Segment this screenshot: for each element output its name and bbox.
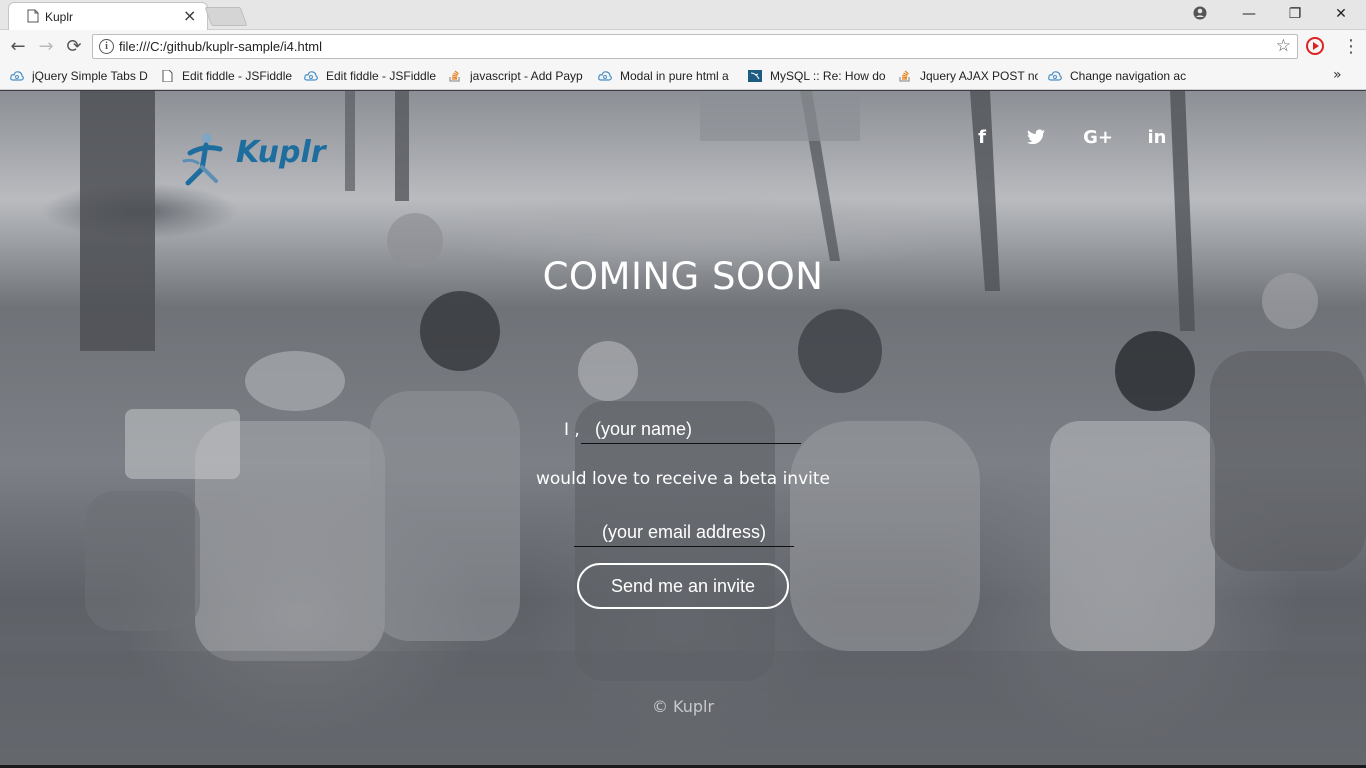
tab-strip: Kuplr × — ❐ ✕ (0, 0, 1366, 30)
bookmark-item[interactable]: Edit fiddle - JSFiddle (304, 69, 439, 85)
document-icon (162, 70, 173, 82)
reload-button[interactable]: ⟳ (64, 37, 84, 57)
jsfiddle-cloud-icon (1048, 71, 1062, 81)
bookmark-label: Modal in pure html a (620, 69, 729, 83)
profile-icon[interactable] (1193, 6, 1207, 20)
bookmark-item[interactable]: Change navigation ac (1048, 69, 1188, 85)
page-title: COMING SOON (542, 255, 824, 298)
minimize-button[interactable]: — (1226, 0, 1272, 28)
bookmark-label: jQuery Simple Tabs D (32, 69, 148, 83)
bookmarks-overflow-button[interactable]: » (1333, 67, 1342, 83)
name-row: I , (564, 416, 804, 446)
invite-text: would love to receive a beta invite (535, 469, 830, 489)
address-url[interactable]: file:///C:/github/kuplr-sample/i4.html (119, 39, 322, 54)
bookmark-label: Jquery AJAX POST no (920, 69, 1038, 83)
kuplr-figure-icon (182, 133, 223, 186)
logo-text: Kuplr (236, 135, 326, 170)
maximize-button[interactable]: ❐ (1272, 0, 1318, 28)
facebook-icon[interactable]: f (967, 127, 997, 148)
google-plus-icon[interactable]: G+ (1082, 127, 1114, 148)
footer-copyright: © Kuplr (651, 697, 715, 716)
close-tab-icon[interactable]: × (183, 6, 196, 25)
bookmark-item[interactable]: MySQL :: Re: How do (748, 69, 888, 85)
linkedin-icon[interactable]: in (1142, 127, 1172, 148)
kuplr-logo[interactable]: Kuplr (180, 131, 326, 187)
bookmark-label: Edit fiddle - JSFiddle (182, 69, 293, 83)
bookmark-label: MySQL :: Re: How do (770, 69, 886, 83)
page-viewport: Kuplr f G+ in COMING SOON I , would love… (0, 91, 1366, 768)
forward-button[interactable]: → (36, 37, 56, 57)
stackoverflow-icon (449, 70, 460, 82)
extension-play-icon[interactable] (1306, 37, 1324, 55)
name-input[interactable] (581, 416, 801, 444)
twitter-bird-icon (1027, 129, 1045, 145)
jsfiddle-cloud-icon (10, 71, 24, 81)
bookmark-item[interactable]: jQuery Simple Tabs D (10, 69, 150, 85)
bookmark-item[interactable]: javascript - Add Payp (448, 69, 588, 85)
bookmark-label: javascript - Add Payp (470, 69, 583, 83)
bookmark-item[interactable]: Jquery AJAX POST no (898, 69, 1038, 85)
bookmark-label: Change navigation ac (1070, 69, 1187, 83)
browser-toolbar: ← → ⟳ i file:///C:/github/kuplr-sample/i… (0, 30, 1366, 63)
email-input[interactable] (574, 518, 794, 547)
twitter-icon[interactable] (1021, 127, 1051, 149)
jsfiddle-cloud-icon (304, 71, 318, 81)
document-icon (27, 9, 39, 23)
jsfiddle-cloud-icon (598, 71, 612, 81)
back-button[interactable]: ← (8, 37, 28, 57)
address-bar[interactable]: i file:///C:/github/kuplr-sample/i4.html… (92, 34, 1298, 59)
tab-title: Kuplr (45, 10, 74, 24)
send-invite-button[interactable]: Send me an invite (577, 563, 789, 609)
mysql-icon (748, 70, 762, 82)
bookmarks-bar: jQuery Simple Tabs D Edit fiddle - JSFid… (0, 63, 1366, 90)
bookmark-label: Edit fiddle - JSFiddle (326, 69, 437, 83)
stackoverflow-icon (899, 70, 910, 82)
close-window-button[interactable]: ✕ (1318, 0, 1364, 28)
browser-menu-icon[interactable]: ⋮ (1342, 36, 1360, 57)
new-tab-button[interactable] (204, 7, 248, 26)
bookmark-item[interactable]: Edit fiddle - JSFiddle (160, 69, 295, 85)
bookmark-star-icon[interactable]: ☆ (1276, 36, 1291, 56)
bookmark-item[interactable]: Modal in pure html a (598, 69, 738, 85)
info-icon[interactable]: i (99, 39, 114, 54)
name-prefix: I , (564, 420, 580, 440)
browser-tab[interactable]: Kuplr × (8, 2, 208, 30)
